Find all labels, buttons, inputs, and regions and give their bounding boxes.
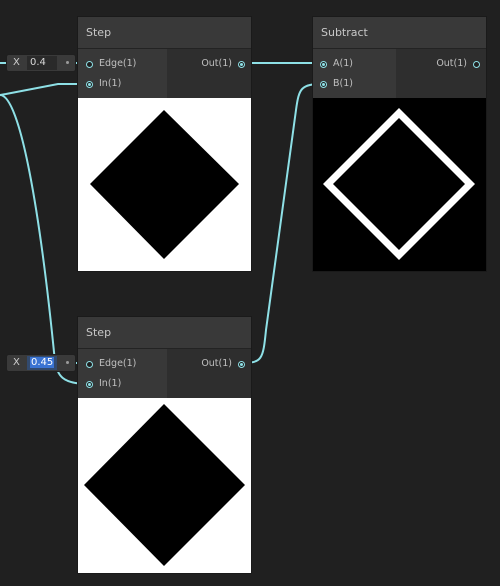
node-title[interactable]: Step — [78, 317, 251, 349]
port-edge-input[interactable]: Edge(1) — [86, 57, 166, 71]
port-connector-icon[interactable] — [86, 380, 93, 388]
port-label: Edge(1) — [99, 58, 137, 69]
output-ports: Out(1) — [167, 349, 251, 399]
output-ports: Out(1) — [396, 49, 486, 99]
port-in-input[interactable]: In(1) — [86, 77, 166, 91]
port-label: A(1) — [333, 58, 353, 69]
connector-dot-icon — [66, 361, 69, 364]
axis-label: X — [13, 357, 20, 368]
port-connector-icon[interactable] — [86, 360, 93, 368]
wire-in-to-step-top-in — [0, 83, 89, 96]
port-connector-icon[interactable] — [320, 60, 327, 68]
step-node-top[interactable]: Step Edge(1) In(1) Out(1) — [78, 17, 251, 271]
input-ports: Edge(1) In(1) — [78, 349, 167, 399]
port-label: In(1) — [99, 378, 122, 389]
subtract-node[interactable]: Subtract A(1) B(1) Out(1) — [313, 17, 486, 271]
edge-value-input[interactable]: 0.4 — [27, 56, 57, 70]
port-label: Out(1) — [436, 58, 467, 69]
edge-value-text: 0.45 — [30, 357, 55, 368]
node-preview — [313, 98, 486, 271]
port-connector-icon[interactable] — [86, 80, 93, 88]
input-ports: A(1) B(1) — [313, 49, 396, 99]
port-out-output[interactable]: Out(1) — [175, 357, 245, 371]
port-in-input[interactable]: In(1) — [86, 377, 166, 391]
axis-label: X — [13, 57, 20, 68]
wire-step-bottom-out-to-subtract-b — [240, 83, 324, 364]
node-ports: Edge(1) In(1) Out(1) — [78, 49, 251, 99]
port-connector-icon[interactable] — [320, 80, 327, 88]
preview-diamond-shape — [90, 110, 239, 259]
port-label: Out(1) — [201, 358, 232, 369]
port-a-input[interactable]: A(1) — [320, 57, 390, 71]
port-connector-icon[interactable] — [238, 360, 245, 368]
edge-value-input[interactable]: 0.45 — [27, 356, 57, 370]
port-out-output[interactable]: Out(1) — [410, 57, 480, 71]
node-preview — [78, 398, 251, 573]
node-ports: Edge(1) In(1) Out(1) — [78, 349, 251, 399]
node-ports: A(1) B(1) Out(1) — [313, 49, 486, 99]
edge-value-field-top[interactable]: X 0.4 — [7, 55, 75, 71]
preview-diamond-outline-shape — [323, 108, 475, 260]
port-out-output[interactable]: Out(1) — [175, 57, 245, 71]
step-node-bottom[interactable]: Step Edge(1) In(1) Out(1) — [78, 317, 251, 573]
port-connector-icon[interactable] — [473, 60, 480, 68]
port-connector-icon[interactable] — [238, 60, 245, 68]
node-title[interactable]: Step — [78, 17, 251, 49]
output-ports: Out(1) — [167, 49, 251, 99]
port-connector-icon[interactable] — [86, 60, 93, 68]
port-label: Out(1) — [201, 58, 232, 69]
edge-value-field-bottom[interactable]: X 0.45 — [7, 355, 75, 371]
port-label: Edge(1) — [99, 358, 137, 369]
wire-in-to-step-bottom-in — [0, 94, 90, 385]
port-label: B(1) — [333, 78, 353, 89]
port-label: In(1) — [99, 78, 122, 89]
port-edge-input[interactable]: Edge(1) — [86, 357, 166, 371]
edge-value-text: 0.4 — [30, 57, 46, 68]
port-b-input[interactable]: B(1) — [320, 77, 390, 91]
input-ports: Edge(1) In(1) — [78, 49, 167, 99]
node-preview — [78, 98, 251, 271]
connector-dot-icon — [66, 61, 69, 64]
node-title[interactable]: Subtract — [313, 17, 486, 49]
preview-diamond-shape — [84, 404, 245, 566]
